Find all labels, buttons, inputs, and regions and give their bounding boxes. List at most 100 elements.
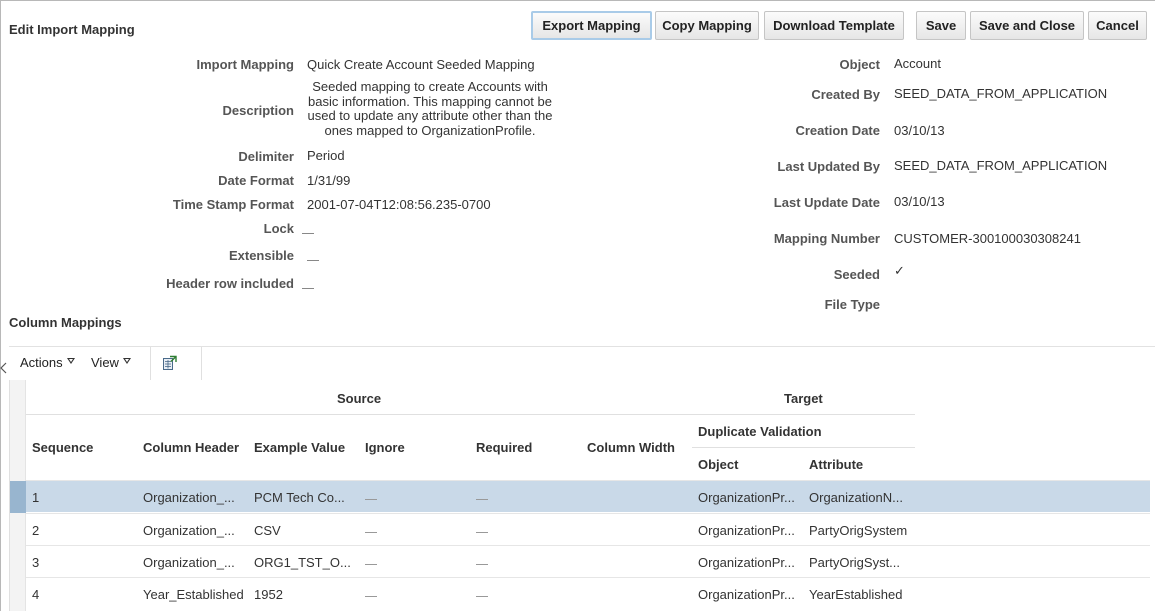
example-value-cell: 1952: [254, 587, 283, 602]
save-button[interactable]: Save: [916, 11, 966, 40]
row-selector[interactable]: [10, 481, 26, 513]
required-empty-indicator: [476, 532, 488, 533]
example-value-column-header[interactable]: Example Value: [254, 440, 345, 455]
column-mappings-table: Source Target Duplicate Validation Seque…: [9, 380, 1155, 611]
required-column-header[interactable]: Required: [476, 440, 532, 455]
extensible-label: Extensible: [228, 248, 294, 263]
date-format-value: 1/31/99: [307, 173, 351, 188]
sequence-cell: 4: [32, 587, 40, 602]
header-row-empty-indicator: [302, 288, 314, 289]
description-value: Seeded mapping to create Accounts with b…: [307, 79, 553, 138]
import-mapping-label: Import Mapping: [196, 57, 295, 72]
sequence-column-header[interactable]: Sequence: [32, 440, 93, 455]
creation-date-value: 03/10/13: [894, 123, 945, 138]
column-mappings-title: Column Mappings: [9, 315, 122, 330]
last-updated-by-label: Last Updated By: [777, 159, 880, 174]
last-update-date-label: Last Update Date: [773, 195, 880, 210]
sequence-cell: 3: [32, 555, 40, 570]
example-value-cell: PCM Tech Co...: [254, 490, 345, 505]
ignore-empty-indicator: [365, 596, 377, 597]
actions-dropdown-icon: [66, 358, 75, 364]
save-and-close-button[interactable]: Save and Close: [970, 11, 1084, 40]
last-update-date-value: 03/10/13: [894, 194, 945, 209]
source-group-header: Source: [337, 391, 382, 406]
cancel-button[interactable]: Cancel: [1088, 11, 1147, 40]
required-empty-indicator: [476, 564, 488, 565]
seeded-label: Seeded: [833, 267, 880, 282]
column-header-cell: Organization_...: [143, 490, 235, 505]
page-title: Edit Import Mapping: [9, 22, 135, 37]
table-row[interactable]: 3 Organization_... ORG1_TST_O... Organiz…: [26, 545, 1150, 577]
table-row[interactable]: 4 Year_Established 1952 OrganizationPr..…: [26, 577, 1150, 609]
sequence-cell: 1: [32, 490, 40, 505]
view-menu-label: View: [91, 355, 119, 370]
object-cell: OrganizationPr...: [698, 523, 795, 538]
column-header-cell: Organization_...: [143, 523, 235, 538]
delimiter-label: Delimiter: [238, 149, 294, 164]
download-template-button[interactable]: Download Template: [764, 11, 904, 40]
row-selector[interactable]: [10, 513, 26, 545]
view-dropdown-icon: [122, 358, 131, 364]
target-group-header: Target: [784, 391, 823, 406]
date-format-label: Date Format: [218, 173, 294, 188]
import-mapping-value: Quick Create Account Seeded Mapping: [307, 57, 535, 72]
ignore-column-header[interactable]: Ignore: [365, 440, 405, 455]
attribute-cell: YearEstablished: [809, 587, 903, 602]
example-value-cell: CSV: [254, 523, 281, 538]
toolbar-divider: [150, 347, 151, 380]
table-row[interactable]: 1 Organization_... PCM Tech Co... Organi…: [26, 480, 1150, 512]
lock-label: Lock: [263, 221, 294, 236]
header-divider: [692, 447, 915, 448]
sequence-cell: 2: [32, 523, 40, 538]
export-mapping-button[interactable]: Export Mapping: [531, 11, 652, 40]
timestamp-format-value: 2001-07-04T12:08:56.235-0700: [307, 197, 491, 212]
header-divider: [26, 414, 915, 415]
file-type-label: File Type: [824, 297, 880, 312]
lock-empty-indicator: [302, 233, 314, 234]
object-cell: OrganizationPr...: [698, 555, 795, 570]
column-width-column-header[interactable]: Column Width: [587, 440, 675, 455]
description-label: Description: [222, 103, 294, 118]
delimiter-value: Period: [307, 148, 345, 163]
actions-menu-label: Actions: [20, 355, 63, 370]
seeded-check-icon: ✓: [894, 263, 905, 278]
ignore-empty-indicator: [365, 499, 377, 500]
toolbar-divider: [201, 347, 202, 380]
required-empty-indicator: [476, 596, 488, 597]
row-selector[interactable]: [10, 577, 26, 609]
object-value: Account: [894, 56, 941, 71]
duplicate-validation-header: Duplicate Validation: [698, 424, 822, 439]
ignore-empty-indicator: [365, 532, 377, 533]
object-label: Object: [839, 57, 880, 72]
object-cell: OrganizationPr...: [698, 490, 795, 505]
attribute-column-header[interactable]: Attribute: [809, 457, 863, 472]
ignore-empty-indicator: [365, 564, 377, 565]
row-selector[interactable]: [10, 545, 26, 577]
copy-mapping-button[interactable]: Copy Mapping: [655, 11, 759, 40]
collapse-arrow-icon[interactable]: [0, 362, 8, 374]
export-to-excel-icon[interactable]: [162, 355, 178, 371]
column-header-cell: Organization_...: [143, 555, 235, 570]
attribute-cell: OrganizationN...: [809, 490, 903, 505]
timestamp-format-label: Time Stamp Format: [172, 197, 294, 212]
object-column-header[interactable]: Object: [698, 457, 738, 472]
object-cell: OrganizationPr...: [698, 587, 795, 602]
last-updated-by-value: SEED_DATA_FROM_APPLICATION: [894, 158, 1108, 173]
view-menu[interactable]: View: [91, 355, 131, 370]
column-header-cell: Year_Established: [143, 587, 244, 602]
required-empty-indicator: [476, 499, 488, 500]
column-header-column-header[interactable]: Column Header: [143, 440, 239, 455]
mapping-number-label: Mapping Number: [773, 231, 880, 246]
attribute-cell: PartyOrigSystem: [809, 523, 908, 538]
created-by-value: SEED_DATA_FROM_APPLICATION: [894, 86, 1108, 101]
example-value-cell: ORG1_TST_O...: [254, 555, 351, 570]
mapping-number-value: CUSTOMER-300100030308241: [894, 231, 1081, 246]
actions-menu[interactable]: Actions: [20, 355, 75, 370]
created-by-label: Created By: [811, 87, 880, 102]
creation-date-label: Creation Date: [795, 123, 880, 138]
table-toolbar: Actions View: [9, 346, 1155, 380]
table-row[interactable]: 2 Organization_... CSV OrganizationPr...…: [26, 513, 1150, 545]
header-row-included-label: Header row included: [166, 276, 294, 291]
extensible-empty-indicator: [307, 260, 319, 261]
attribute-cell: PartyOrigSyst...: [809, 555, 901, 570]
